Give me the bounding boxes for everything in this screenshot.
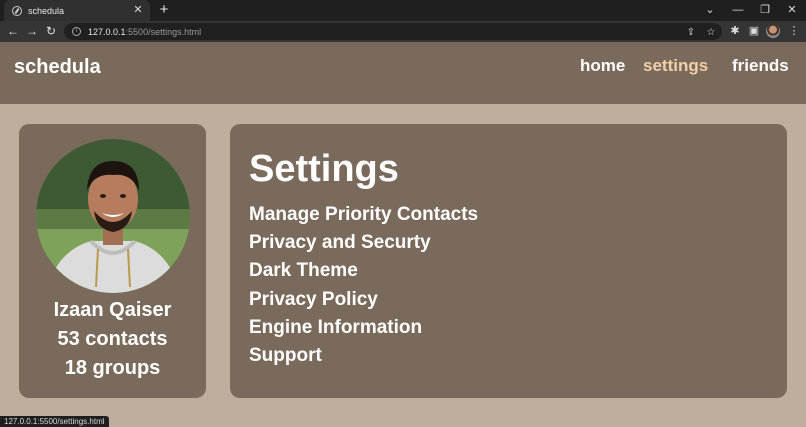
close-window-button[interactable]: ✕: [780, 2, 804, 18]
new-tab-button[interactable]: +: [156, 2, 172, 18]
nav-friends[interactable]: friends: [732, 56, 789, 76]
restore-button[interactable]: ❐: [753, 2, 777, 18]
site-header: schedula home settings friends: [0, 42, 806, 104]
tab-title: schedula: [28, 5, 65, 16]
browser-toolbar: ← → ↻ i 127.0.0.1:5500/settings.html ⇪ ☆…: [0, 21, 806, 42]
tab-search-icon[interactable]: ⌄: [698, 2, 722, 18]
nav-settings[interactable]: settings: [643, 56, 708, 76]
address-bar[interactable]: i 127.0.0.1:5500/settings.html ⇪ ☆: [64, 23, 722, 40]
extensions-puzzle-icon[interactable]: ✱: [727, 23, 743, 39]
user-avatar: [36, 139, 190, 293]
contacts-count: 53 contacts: [57, 328, 168, 350]
groups-count: 18 groups: [64, 357, 161, 379]
forward-button[interactable]: →: [24, 23, 40, 39]
minimize-button[interactable]: —: [726, 2, 750, 18]
bookmark-star-icon[interactable]: ☆: [704, 26, 718, 40]
browser-tab-bar: schedula ✕ + ⌄ — ❐ ✕: [0, 0, 806, 21]
browser-tab[interactable]: schedula ✕: [4, 0, 150, 21]
url-path: :5500/settings.html: [125, 26, 202, 37]
setting-manage-priority-contacts[interactable]: Manage Priority Contacts: [249, 204, 478, 226]
setting-dark-theme[interactable]: Dark Theme: [249, 260, 358, 282]
tab-close-icon[interactable]: ✕: [132, 4, 144, 16]
nav-home[interactable]: home: [580, 56, 625, 76]
setting-privacy-policy[interactable]: Privacy Policy: [249, 289, 378, 311]
setting-privacy-security[interactable]: Privacy and Securty: [249, 232, 431, 254]
link-status-bar: 127.0.0.1:5500/settings.html: [0, 416, 109, 427]
settings-panel: Settings Manage Priority Contacts Privac…: [230, 124, 787, 398]
share-icon[interactable]: ⇪: [684, 26, 698, 40]
more-menu-icon[interactable]: ⋮: [786, 23, 802, 39]
globe-icon: [12, 5, 22, 16]
brand-logo[interactable]: schedula: [14, 56, 101, 79]
setting-engine-information[interactable]: Engine Information: [249, 317, 422, 339]
reload-button[interactable]: ↻: [43, 23, 59, 39]
back-button[interactable]: ←: [5, 23, 21, 39]
page-title: Settings: [249, 148, 399, 190]
profile-avatar-icon[interactable]: [766, 24, 780, 38]
setting-support[interactable]: Support: [249, 345, 322, 367]
url-host: 127.0.0.1: [88, 26, 126, 37]
profile-card: Izaan Qaiser 53 contacts 18 groups: [19, 124, 206, 398]
site-info-icon[interactable]: i: [72, 27, 81, 36]
profile-name: Izaan Qaiser: [53, 299, 172, 321]
side-panel-icon[interactable]: ▣: [746, 23, 762, 39]
user-photo-illustration: [36, 139, 190, 293]
